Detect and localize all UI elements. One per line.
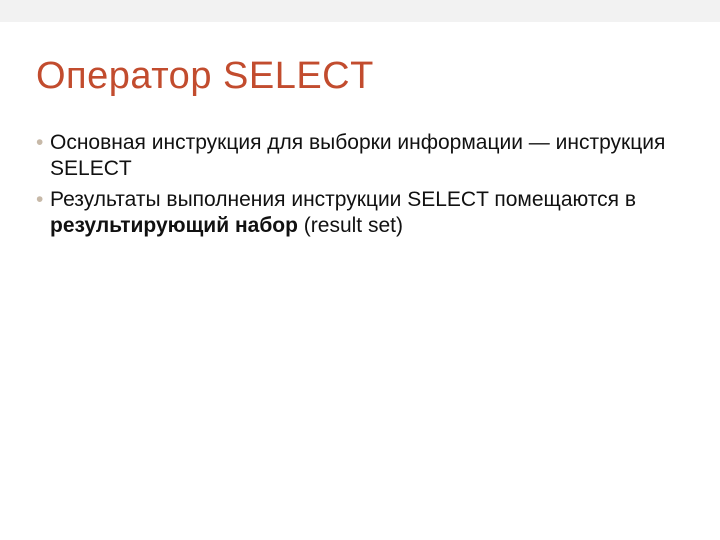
list-item: Результаты выполнения инструкции SELECT … [36,187,680,240]
bullet-text-post: (result set) [298,214,403,237]
list-item: Основная инструкция для выборки информац… [36,130,680,183]
bullet-text: Результаты выполнения инструкции SELECT … [50,188,636,211]
bullet-text-bold: результирующий набор [50,214,298,237]
slide: Оператор SELECT Основная инструкция для … [0,0,720,540]
bullet-list: Основная инструкция для выборки информац… [36,130,680,239]
bullet-text: Основная инструкция для выборки информац… [50,131,665,180]
slide-content: Основная инструкция для выборки информац… [36,130,680,243]
top-accent-bar [0,0,720,22]
slide-title: Оператор SELECT [36,55,374,98]
